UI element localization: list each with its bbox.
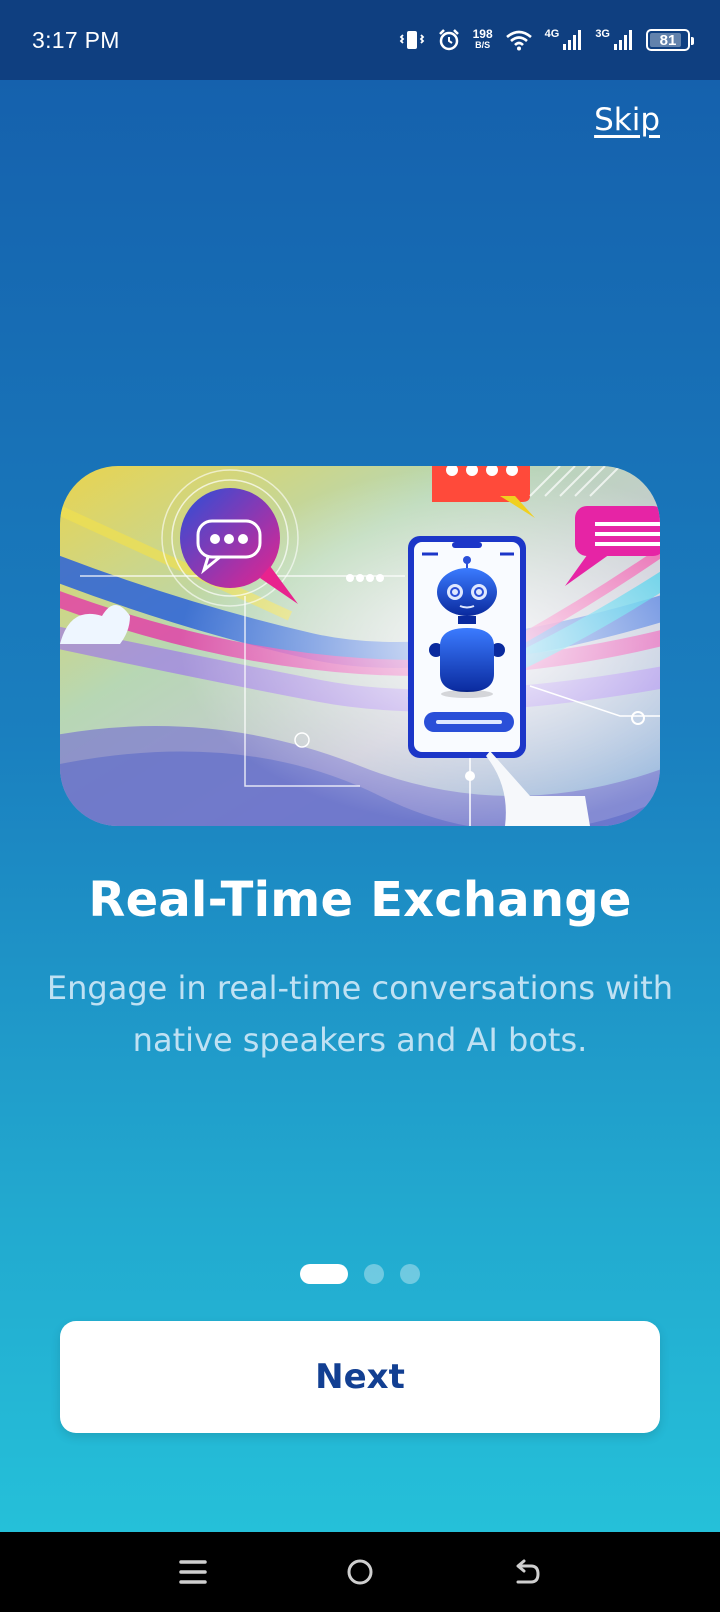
page-dot-active[interactable] — [300, 1264, 348, 1284]
signal-2-label: 3G — [595, 28, 610, 40]
menu-icon[interactable] — [163, 1542, 223, 1602]
page-title: Real-Time Exchange — [88, 872, 632, 928]
alarm-icon — [437, 28, 461, 52]
page-dot[interactable] — [364, 1264, 384, 1284]
signal-1-label: 4G — [544, 28, 560, 40]
signal-icon — [563, 29, 583, 51]
skip-link[interactable]: Skip — [594, 102, 660, 138]
page-indicator — [0, 1264, 720, 1284]
page-subtitle: Engage in real-time conversations with n… — [46, 969, 674, 1059]
hero-illustration — [60, 466, 660, 826]
net-speed: 198 B/S — [472, 27, 493, 51]
home-icon[interactable] — [330, 1542, 390, 1602]
battery-level: 81 — [659, 31, 677, 49]
page-dot[interactable] — [400, 1264, 420, 1284]
status-bar: 3:17 PM 198 B/S 4G 3G 81 — [0, 0, 720, 80]
status-time: 3:17 PM — [32, 26, 120, 53]
onboarding-screen: Skip Real-Time Exchange Engage in real-t… — [0, 80, 720, 1532]
net-speed-value: 198 — [472, 27, 493, 41]
net-speed-unit: B/S — [475, 40, 491, 50]
back-icon[interactable] — [497, 1542, 557, 1602]
status-icons: 198 B/S 4G 3G 81 — [399, 27, 694, 52]
battery-icon: 81 — [646, 29, 694, 51]
vibrate-icon — [399, 28, 425, 52]
next-button[interactable]: Next — [60, 1321, 660, 1433]
signal-icon — [614, 29, 634, 51]
wifi-icon — [505, 29, 533, 51]
system-nav-bar — [0, 1532, 720, 1612]
